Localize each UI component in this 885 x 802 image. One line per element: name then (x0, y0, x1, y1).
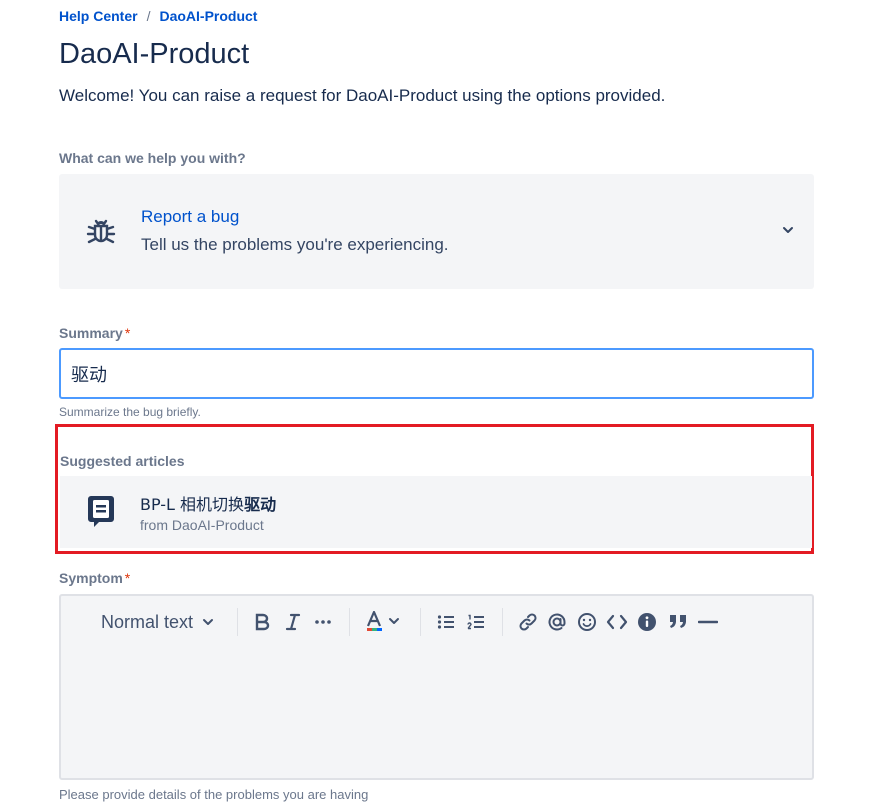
required-marker: * (124, 570, 131, 586)
summary-help-text: Summarize the bug briefly. (59, 405, 201, 419)
symptom-help-text: Please provide details of the problems y… (59, 787, 369, 802)
more-formatting-icon[interactable] (314, 608, 332, 636)
request-type-description: Tell us the problems you're experiencing… (141, 235, 449, 254)
link-icon[interactable] (518, 608, 538, 636)
bullet-list-icon[interactable] (437, 608, 455, 636)
summary-input[interactable] (59, 348, 814, 399)
italic-icon[interactable] (285, 608, 301, 636)
suggested-article-item[interactable]: BP-L 相机切换驱动 from DaoAI-Product (60, 476, 812, 548)
page-title: DaoAI-Product (59, 38, 250, 70)
code-icon[interactable] (606, 608, 628, 636)
numbered-list-icon[interactable] (467, 608, 485, 636)
symptom-label-text: Symptom (59, 570, 123, 586)
symptom-editor: Normal text (59, 594, 814, 780)
request-type-select[interactable]: Report a bug Tell us the problems you're… (59, 174, 814, 289)
chevron-down-icon[interactable] (780, 222, 796, 238)
symptom-label: Symptom * (59, 570, 130, 586)
text-style-label: Normal text (101, 611, 194, 632)
text-style-dropdown[interactable]: Normal text (101, 608, 215, 636)
suggested-articles-title: Suggested articles (60, 453, 185, 469)
info-panel-icon[interactable] (637, 608, 657, 636)
request-type-title: Report a bug (141, 207, 240, 226)
required-marker: * (124, 325, 131, 341)
quote-icon[interactable] (667, 608, 689, 636)
knowledge-article-icon (88, 496, 114, 527)
toolbar-divider (502, 608, 503, 636)
breadcrumb-current-link[interactable]: DaoAI-Product (159, 8, 257, 24)
bug-icon (86, 219, 116, 244)
summary-label-text: Summary (59, 325, 123, 341)
article-title-prefix: BP-L 相机切换 (140, 495, 245, 514)
divider-icon[interactable] (698, 608, 718, 636)
breadcrumb-separator: / (146, 8, 151, 24)
welcome-text: Welcome! You can raise a request for Dao… (59, 86, 666, 105)
text-color-icon[interactable] (365, 608, 405, 636)
article-title[interactable]: BP-L 相机切换驱动 (140, 491, 276, 515)
toolbar-divider (349, 608, 350, 636)
bold-icon[interactable] (253, 608, 271, 636)
summary-label: Summary * (59, 325, 130, 341)
mention-icon[interactable] (547, 608, 567, 636)
article-source: from DaoAI-Product (140, 517, 264, 533)
request-type-section-label: What can we help you with? (59, 150, 246, 166)
emoji-icon[interactable] (577, 608, 597, 636)
toolbar-divider (237, 608, 238, 636)
breadcrumb: Help Center / DaoAI-Product (59, 8, 257, 24)
article-title-highlight: 驱动 (244, 495, 277, 514)
chevron-down-icon (203, 619, 214, 625)
breadcrumb-help-center-link[interactable]: Help Center (59, 8, 138, 24)
suggested-articles-highlight: Suggested articles BP-L 相机切换驱动 from DaoA… (55, 424, 814, 554)
editor-toolbar: Normal text (61, 596, 812, 648)
symptom-text-area[interactable] (61, 648, 812, 778)
toolbar-divider (420, 608, 421, 636)
